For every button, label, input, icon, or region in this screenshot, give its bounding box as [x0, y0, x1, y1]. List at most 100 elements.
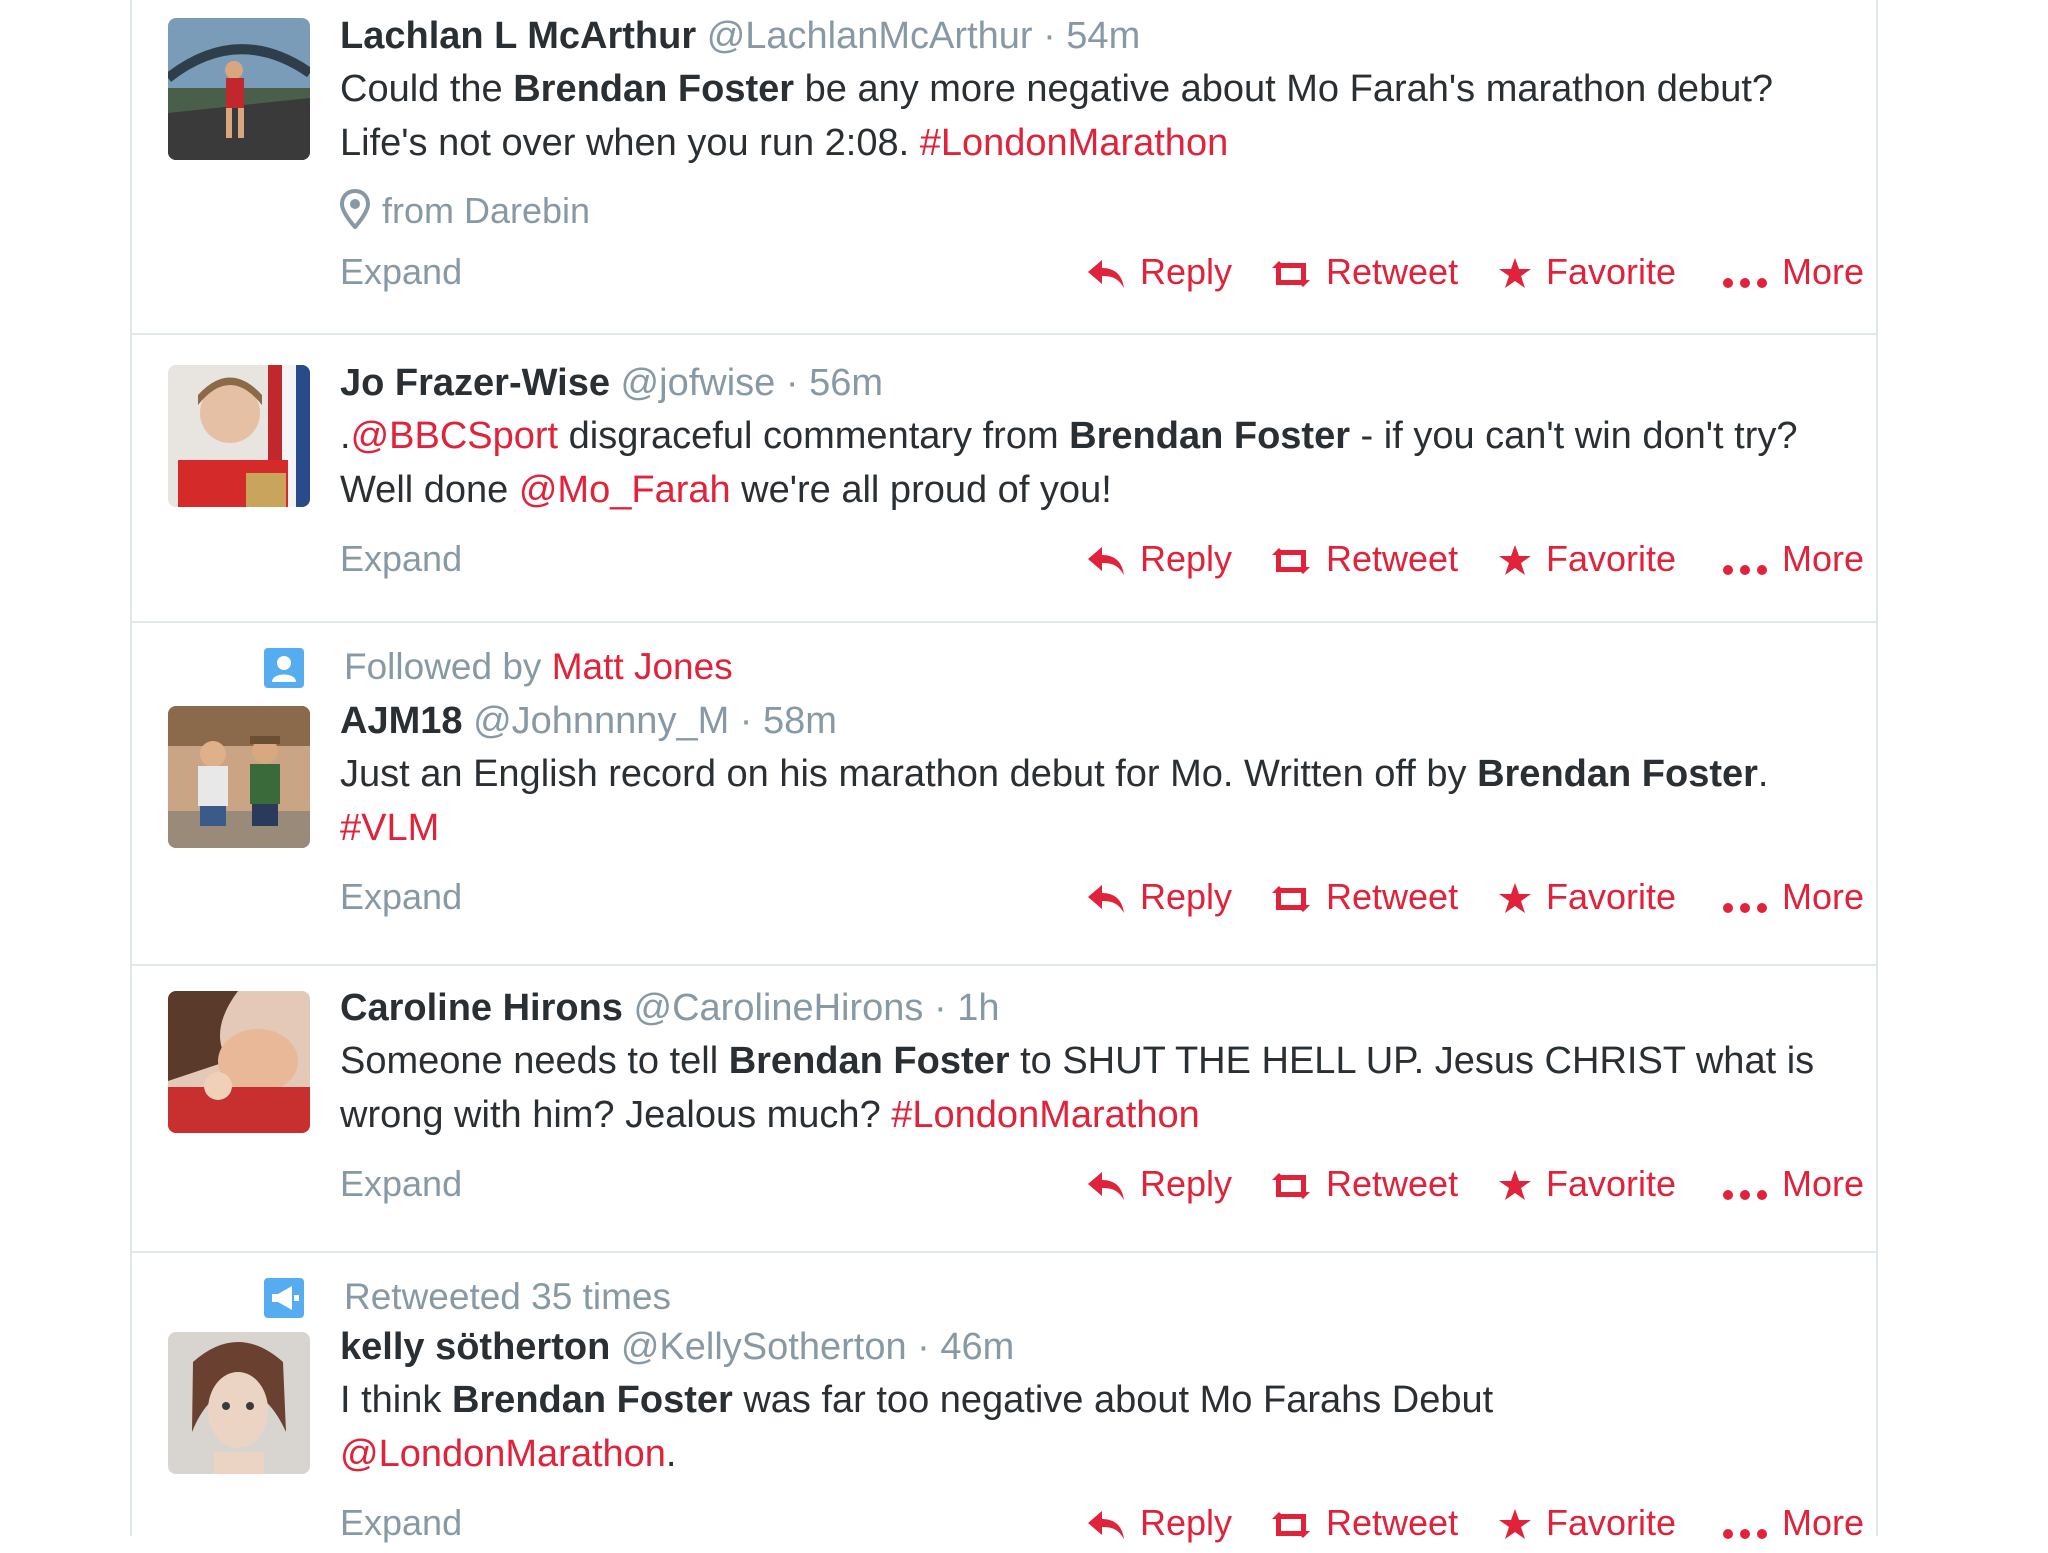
retweet-icon [1272, 261, 1310, 287]
mention-link[interactable]: @LondonMarathon [340, 1433, 666, 1475]
hashtag-link[interactable]: #LondonMarathon [891, 1094, 1199, 1136]
expand-link[interactable]: Expand [340, 535, 462, 583]
reply-button[interactable]: Reply [1086, 535, 1232, 583]
favorite-button[interactable]: Favorite [1498, 1499, 1676, 1547]
reply-button[interactable]: Reply [1086, 1160, 1232, 1208]
context-label: Followed by [344, 646, 542, 687]
more-dots-icon [1723, 1529, 1767, 1539]
timestamp[interactable]: 1h [957, 987, 999, 1029]
expand-link[interactable]: Expand [340, 248, 462, 296]
avatar-photo-woman-facial [168, 991, 310, 1133]
more-label: More [1782, 1502, 1865, 1543]
user-handle[interactable]: @KellySotherton [621, 1326, 907, 1368]
favorite-button[interactable]: Favorite [1498, 1160, 1676, 1208]
expand-link[interactable]: Expand [340, 1160, 462, 1208]
avatar-photo-runner-bridge [168, 18, 310, 160]
separator: · [933, 987, 947, 1029]
expand-link[interactable]: Expand [340, 1499, 462, 1547]
retweet-button[interactable]: Retweet [1270, 1160, 1458, 1208]
user-handle[interactable]: @Johnnnny_M [473, 700, 729, 742]
reply-label: Reply [1140, 538, 1233, 579]
reply-icon [1088, 260, 1124, 288]
avatar[interactable] [168, 991, 310, 1133]
user-handle[interactable]: @jofwise [621, 362, 776, 404]
tweet-item[interactable]: Retweeted 35 times kelly sötherton @Kell… [132, 1253, 1876, 1553]
star-icon [1499, 883, 1531, 913]
favorite-button[interactable]: Favorite [1498, 535, 1676, 583]
separator: · [1043, 15, 1056, 57]
text-part: we're all proud of you! [730, 469, 1112, 511]
retweet-icon [1272, 1512, 1310, 1538]
expand-link[interactable]: Expand [340, 873, 462, 921]
tweet-item[interactable]: Jo Frazer-Wise @jofwise · 56m .@BBCSport… [132, 335, 1876, 623]
avatar[interactable] [168, 1332, 310, 1474]
text-part: . [340, 415, 351, 457]
avatar[interactable] [168, 18, 310, 160]
reply-icon [1088, 1511, 1124, 1539]
separator: · [917, 1326, 930, 1368]
more-button[interactable]: More [1722, 248, 1864, 296]
mention-link[interactable]: @Mo_Farah [519, 469, 731, 511]
retweet-button[interactable]: Retweet [1270, 248, 1458, 296]
tweet-text: I think Brendan Foster was far too negat… [340, 1373, 1830, 1481]
timestamp[interactable]: 46m [940, 1326, 1014, 1368]
hashtag-link[interactable]: #LondonMarathon [920, 122, 1228, 164]
tweet-text: .@BBCSport disgraceful commentary from B… [340, 409, 1830, 517]
user-handle[interactable]: @CarolineHirons [634, 987, 924, 1029]
reply-button[interactable]: Reply [1086, 248, 1232, 296]
mention-link[interactable]: @BBCSport [351, 415, 559, 457]
reply-button[interactable]: Reply [1086, 873, 1232, 921]
reply-icon [1088, 885, 1124, 913]
user-handle[interactable]: @LachlanMcArthur [707, 15, 1033, 57]
tweet-text: Just an English record on his marathon d… [340, 747, 1830, 855]
more-label: More [1782, 251, 1865, 292]
reply-label: Reply [1140, 1502, 1233, 1543]
timestamp[interactable]: 56m [809, 362, 883, 404]
display-name[interactable]: AJM18 [340, 700, 463, 742]
tweet-item[interactable]: Followed by Matt Jones AJM18 @Johnnnny_M… [132, 623, 1876, 966]
tweet-context: Followed by Matt Jones [264, 644, 733, 690]
reply-label: Reply [1140, 876, 1233, 917]
favorite-label: Favorite [1546, 538, 1677, 579]
star-icon [1499, 258, 1531, 288]
text-part: Someone needs to tell [340, 1040, 729, 1082]
more-button[interactable]: More [1722, 873, 1864, 921]
avatar[interactable] [168, 365, 310, 507]
retweet-button[interactable]: Retweet [1270, 873, 1458, 921]
display-name[interactable]: Jo Frazer-Wise [340, 362, 610, 404]
retweet-button[interactable]: Retweet [1270, 1499, 1458, 1547]
display-name[interactable]: Lachlan L McArthur [340, 15, 696, 57]
retweet-label: Retweet [1326, 1502, 1459, 1543]
favorite-button[interactable]: Favorite [1498, 248, 1676, 296]
more-button[interactable]: More [1722, 535, 1864, 583]
more-dots-icon [1723, 1190, 1767, 1200]
highlight-term: Brendan Foster [1069, 415, 1350, 457]
avatar-photo-woman-red-shirt [168, 365, 310, 507]
context-label: Retweeted 35 times [344, 1276, 672, 1317]
more-button[interactable]: More [1722, 1499, 1864, 1547]
retweet-button[interactable]: Retweet [1270, 535, 1458, 583]
timestamp[interactable]: 58m [763, 700, 837, 742]
separator: · [785, 362, 799, 404]
tweet-item[interactable]: Caroline Hirons @CarolineHirons · 1h Som… [132, 966, 1876, 1253]
hashtag-link[interactable]: #VLM [340, 807, 439, 849]
retweet-label: Retweet [1326, 538, 1459, 579]
reply-button[interactable]: Reply [1086, 1499, 1232, 1547]
retweet-label: Retweet [1326, 251, 1459, 292]
more-button[interactable]: More [1722, 1160, 1864, 1208]
tweet-timeline: Lachlan L McArthur @LachlanMcArthur · 54… [130, 0, 1878, 1543]
more-dots-icon [1723, 565, 1767, 575]
display-name[interactable]: kelly sötherton [340, 1326, 610, 1368]
reply-label: Reply [1140, 251, 1233, 292]
timestamp[interactable]: 54m [1066, 15, 1140, 57]
favorite-button[interactable]: Favorite [1498, 873, 1676, 921]
reply-label: Reply [1140, 1163, 1233, 1204]
highlight-term: Brendan Foster [1477, 753, 1758, 795]
tweet-location[interactable]: from Darebin [339, 188, 590, 234]
retweet-icon [1272, 548, 1310, 574]
display-name[interactable]: Caroline Hirons [340, 987, 623, 1029]
avatar[interactable] [168, 706, 310, 848]
tweet-header: Caroline Hirons @CarolineHirons · 1h [340, 984, 999, 1032]
tweet-item[interactable]: Lachlan L McArthur @LachlanMcArthur · 54… [132, 0, 1876, 335]
context-user-link[interactable]: Matt Jones [552, 646, 733, 687]
